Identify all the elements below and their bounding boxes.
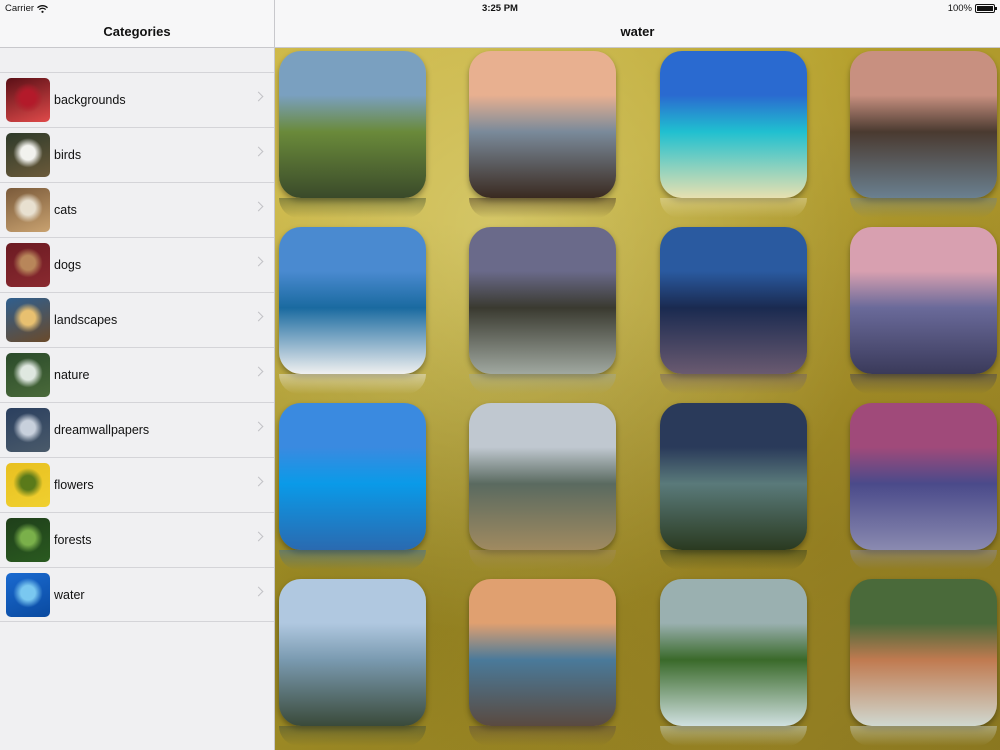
category-thumbnail — [6, 408, 50, 452]
photo-tile-misty-rocks[interactable] — [469, 227, 616, 374]
category-label: birds — [54, 148, 82, 162]
photo-tile-cloudy-coast[interactable] — [279, 579, 426, 726]
photo-tile-rocky-bay[interactable] — [469, 579, 616, 726]
photo-tile-island-ocean[interactable] — [279, 403, 426, 550]
category-thumbnail — [6, 243, 50, 287]
photo-reflection — [469, 374, 616, 394]
photo-reflection — [279, 726, 426, 746]
detail-title: water — [620, 24, 655, 39]
photo-reflection — [660, 726, 807, 746]
category-cell-nature[interactable]: nature — [0, 347, 274, 402]
photo-reflection — [279, 374, 426, 394]
category-label: flowers — [54, 478, 94, 492]
chevron-right-icon — [253, 91, 264, 102]
photo-reflection — [469, 726, 616, 746]
category-cell-birds[interactable]: birds — [0, 127, 274, 182]
chevron-right-icon — [253, 586, 264, 597]
category-thumbnail — [6, 573, 50, 617]
sidebar-title: Categories — [103, 24, 171, 39]
category-cell-forests[interactable]: forests — [0, 512, 274, 567]
category-cell-cats[interactable]: cats — [0, 182, 274, 237]
detail-pane: water — [275, 0, 1000, 750]
photo-reflection — [279, 550, 426, 570]
category-list: backgrounds birds cats dogs landscapes nature… — [0, 72, 274, 622]
chevron-right-icon — [253, 201, 264, 212]
photo-tile-mountain-lake[interactable] — [279, 227, 426, 374]
category-thumbnail — [6, 133, 50, 177]
photo-reflection — [660, 550, 807, 570]
photo-tile-tropical-lagoon[interactable] — [660, 51, 807, 198]
category-thumbnail — [6, 78, 50, 122]
category-thumbnail — [6, 298, 50, 342]
chevron-right-icon — [253, 421, 264, 432]
photo-reflection — [850, 726, 997, 746]
photo-reflection — [660, 198, 807, 218]
photo-reflection — [469, 550, 616, 570]
category-thumbnail — [6, 188, 50, 232]
category-cell-dogs[interactable]: dogs — [0, 237, 274, 292]
categories-sidebar: Categories backgrounds birds cats dogs lands… — [0, 0, 275, 750]
category-thumbnail — [6, 518, 50, 562]
photo-tile-river-stone[interactable] — [850, 579, 997, 726]
category-cell-dreamwallpapers[interactable]: dreamwallpapers — [0, 402, 274, 457]
photo-tile-sunset-pier[interactable] — [850, 403, 997, 550]
photo-tile-bridge-dusk[interactable] — [660, 227, 807, 374]
chevron-right-icon — [253, 366, 264, 377]
chevron-right-icon — [253, 311, 264, 322]
category-cell-flowers[interactable]: flowers — [0, 457, 274, 512]
clock: 3:25 PM — [482, 3, 518, 14]
category-label: backgrounds — [54, 93, 126, 107]
photo-tile-purple-shore[interactable] — [850, 227, 997, 374]
photo-reflection — [850, 198, 997, 218]
category-cell-water[interactable]: water — [0, 567, 274, 622]
photo-reflection — [850, 550, 997, 570]
category-label: dogs — [54, 258, 82, 272]
battery-icon — [975, 4, 997, 13]
category-label: dreamwallpapers — [54, 423, 150, 437]
category-cell-landscapes[interactable]: landscapes — [0, 292, 274, 347]
category-label: landscapes — [54, 313, 118, 327]
battery-percent: 100% — [947, 3, 972, 14]
chevron-right-icon — [253, 476, 264, 487]
category-label: cats — [54, 203, 77, 217]
photo-tile-driftwood-beach[interactable] — [469, 51, 616, 198]
photo-tile-multnomah-falls[interactable] — [660, 579, 807, 726]
chevron-right-icon — [253, 531, 264, 542]
photo-reflection — [469, 198, 616, 218]
photo-reflection — [660, 374, 807, 394]
status-bar: Carrier 3:25 PM 100% — [0, 0, 1000, 16]
category-cell-backgrounds[interactable]: backgrounds — [0, 72, 274, 127]
photo-tile-stone-arch[interactable] — [469, 403, 616, 550]
category-label: forests — [54, 533, 92, 547]
battery-indicator: 100% — [947, 3, 997, 14]
photo-grid — [275, 48, 1000, 750]
category-label: water — [54, 588, 85, 602]
photo-tile-rocky-falls[interactable] — [850, 51, 997, 198]
photo-tile-waterfall-cliff[interactable] — [279, 51, 426, 198]
photo-reflection — [850, 374, 997, 394]
photo-tile-palm-night[interactable] — [660, 403, 807, 550]
photo-reflection — [279, 198, 426, 218]
category-thumbnail — [6, 463, 50, 507]
category-thumbnail — [6, 353, 50, 397]
chevron-right-icon — [253, 256, 264, 267]
chevron-right-icon — [253, 146, 264, 157]
category-label: nature — [54, 368, 90, 382]
